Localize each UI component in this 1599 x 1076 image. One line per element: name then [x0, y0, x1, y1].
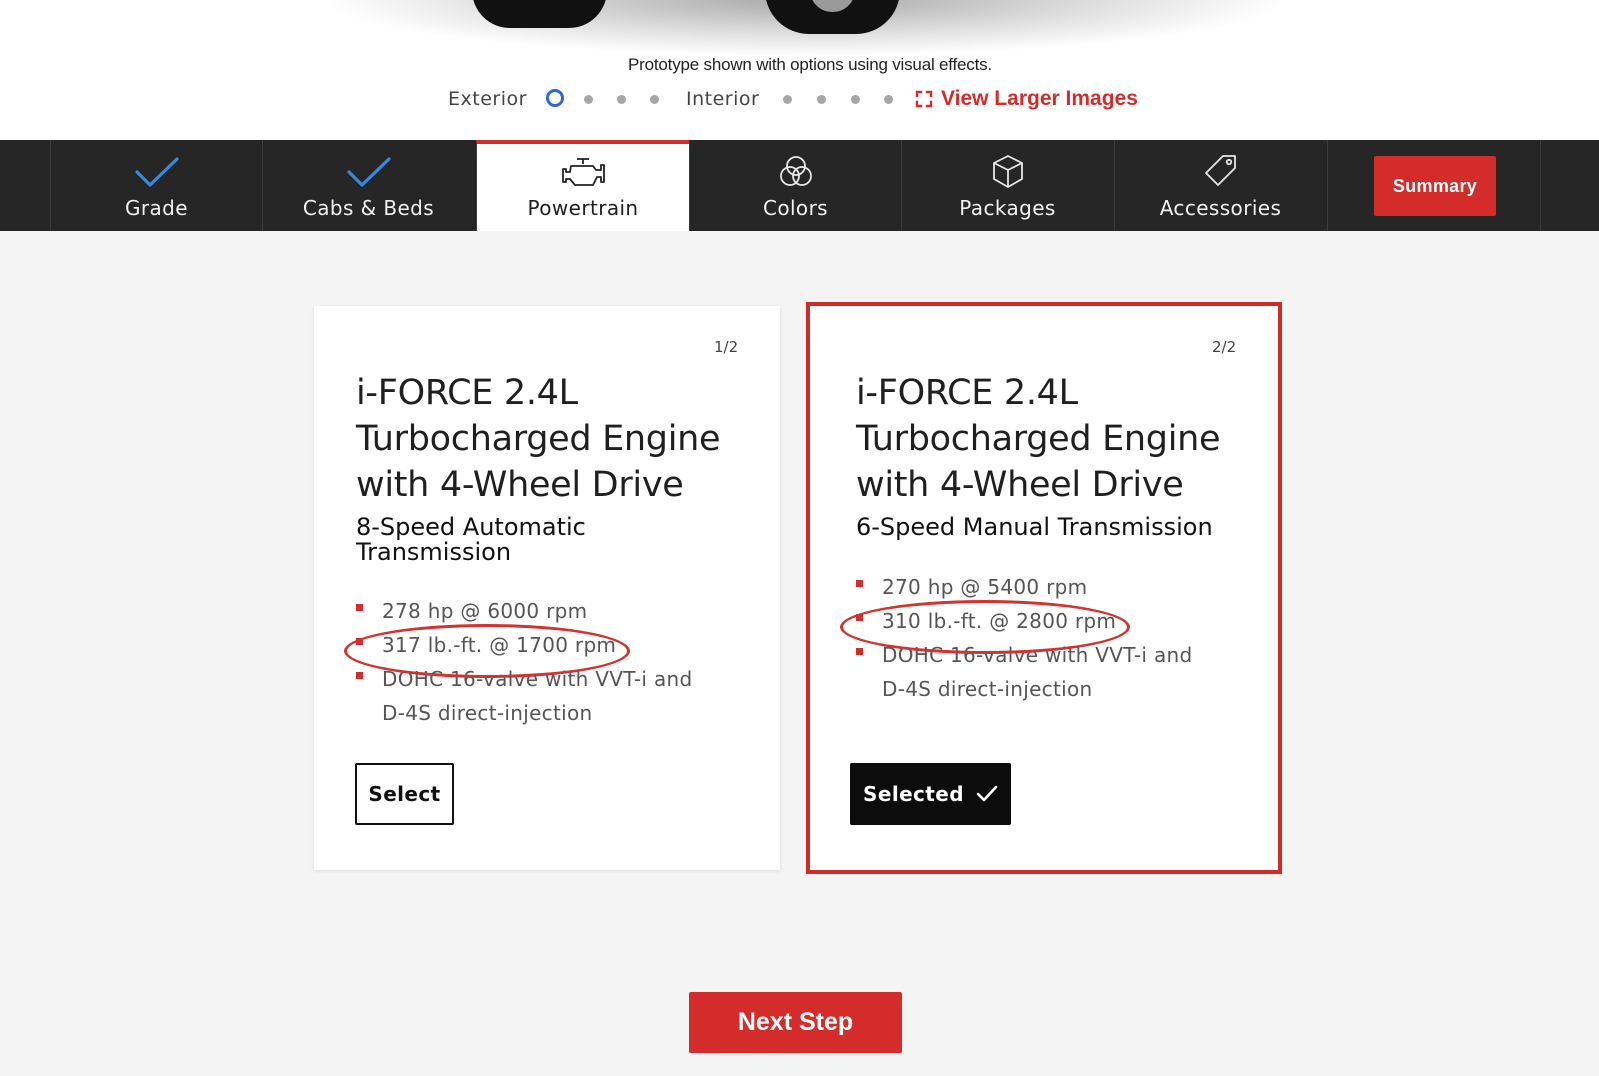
- prototype-disclaimer: Prototype shown with options using visua…: [628, 55, 992, 74]
- gallery-dot-exterior-2[interactable]: [584, 95, 593, 104]
- configurator-step-nav: Grade Cabs & Beds Powertrain Colors Pack…: [0, 140, 1599, 231]
- option-title-line: with 4-Wheel Drive: [856, 465, 1184, 505]
- nav-tab-label: Grade: [125, 196, 188, 220]
- gallery-dot-exterior-4[interactable]: [650, 95, 659, 104]
- powertrain-option-card-1[interactable]: 1/2 i-FORCE 2.4L Turbocharged Engine wit…: [314, 306, 780, 870]
- spec-torque: 317 lb.-ft. @ 1700 rpm: [356, 628, 692, 662]
- summary-button[interactable]: Summary: [1374, 156, 1496, 216]
- option-transmission-line: 8-Speed Automatic: [356, 513, 586, 541]
- spec-engine-cont: D-4S direct-injection: [882, 677, 1093, 701]
- option-transmission-line: Transmission: [356, 538, 512, 566]
- nav-divider: [1540, 140, 1541, 231]
- nav-summary-cell: Summary: [1327, 140, 1539, 231]
- nav-tab-accessories[interactable]: Accessories: [1114, 140, 1326, 231]
- gallery-dot-exterior-1[interactable]: [546, 89, 564, 107]
- option-transmission-line: 6-Speed Manual Transmission: [856, 513, 1213, 541]
- option-counter: 1/2: [714, 338, 739, 356]
- nav-tab-colors[interactable]: Colors: [689, 140, 901, 231]
- spec-horsepower: 278 hp @ 6000 rpm: [356, 594, 692, 628]
- option-title-line: i-FORCE 2.4L: [356, 373, 578, 413]
- nav-tab-label: Accessories: [1159, 196, 1282, 220]
- checkmark-icon: [346, 157, 391, 187]
- expand-icon[interactable]: [915, 90, 933, 108]
- option-title-line: with 4-Wheel Drive: [356, 465, 684, 505]
- selected-button[interactable]: Selected: [850, 763, 1011, 825]
- bullet-icon: [856, 648, 863, 655]
- gallery-navigation: Exterior Interior View Larger Images: [0, 86, 1599, 112]
- checkmark-icon: [134, 157, 179, 187]
- nav-tab-cabs-beds[interactable]: Cabs & Beds: [262, 140, 474, 231]
- select-button[interactable]: Select: [355, 763, 454, 825]
- nav-tab-grade[interactable]: Grade: [50, 140, 262, 231]
- gallery-dot-interior-4[interactable]: [884, 95, 893, 104]
- spec-horsepower: 270 hp @ 5400 rpm: [856, 570, 1192, 604]
- nav-tab-label: Packages: [959, 196, 1056, 220]
- selected-button-label: Selected: [863, 782, 964, 806]
- gallery-dot-exterior-3[interactable]: [617, 95, 626, 104]
- nav-tab-packages[interactable]: Packages: [901, 140, 1113, 231]
- gallery-dot-interior-1[interactable]: [783, 95, 792, 104]
- bullet-icon: [856, 580, 863, 587]
- nav-tab-label: Colors: [762, 196, 829, 220]
- option-title-line: Turbocharged Engine: [356, 419, 721, 459]
- option-transmission: 8-Speed Automatic Transmission: [356, 515, 586, 565]
- option-transmission: 6-Speed Manual Transmission: [856, 515, 1213, 540]
- nav-tab-label: Powertrain: [527, 196, 639, 220]
- view-larger-images-link[interactable]: View Larger Images: [941, 87, 1138, 111]
- exterior-label[interactable]: Exterior: [448, 88, 527, 110]
- option-title: i-FORCE 2.4L Turbocharged Engine with 4-…: [856, 370, 1221, 508]
- spec-engine-cont: D-4S direct-injection: [382, 701, 593, 725]
- option-counter: 2/2: [1212, 338, 1237, 356]
- next-step-button[interactable]: Next Step: [689, 992, 902, 1053]
- spec-torque: 310 lb.-ft. @ 2800 rpm: [856, 604, 1192, 638]
- option-title-line: Turbocharged Engine: [856, 419, 1221, 459]
- interior-label[interactable]: Interior: [686, 88, 759, 110]
- vehicle-hero: Prototype shown with options using visua…: [0, 0, 1599, 140]
- option-title: i-FORCE 2.4L Turbocharged Engine with 4-…: [356, 370, 721, 508]
- spec-engine: DOHC 16-valve with VVT-i and: [356, 662, 692, 696]
- bullet-icon: [356, 638, 363, 645]
- box-icon: [992, 155, 1023, 188]
- nav-tab-powertrain[interactable]: Powertrain: [476, 140, 689, 231]
- bullet-icon: [356, 672, 363, 679]
- engine-icon: [562, 158, 605, 186]
- bullet-icon: [356, 604, 363, 611]
- gallery-dot-interior-3[interactable]: [851, 95, 860, 104]
- option-spec-list: 270 hp @ 5400 rpm 310 lb.-ft. @ 2800 rpm…: [856, 570, 1192, 706]
- color-circles-icon: [779, 156, 812, 186]
- powertrain-option-card-2[interactable]: 2/2 i-FORCE 2.4L Turbocharged Engine wit…: [806, 302, 1282, 874]
- option-title-line: i-FORCE 2.4L: [856, 373, 1078, 413]
- spec-engine: DOHC 16-valve with VVT-i and: [856, 638, 1192, 672]
- gallery-dot-interior-2[interactable]: [817, 95, 826, 104]
- nav-tab-label: Cabs & Beds: [302, 196, 435, 220]
- option-spec-list: 278 hp @ 6000 rpm 317 lb.-ft. @ 1700 rpm…: [356, 594, 692, 730]
- bullet-icon: [856, 614, 863, 621]
- tag-icon: [1204, 155, 1236, 186]
- checkmark-icon: [976, 785, 998, 802]
